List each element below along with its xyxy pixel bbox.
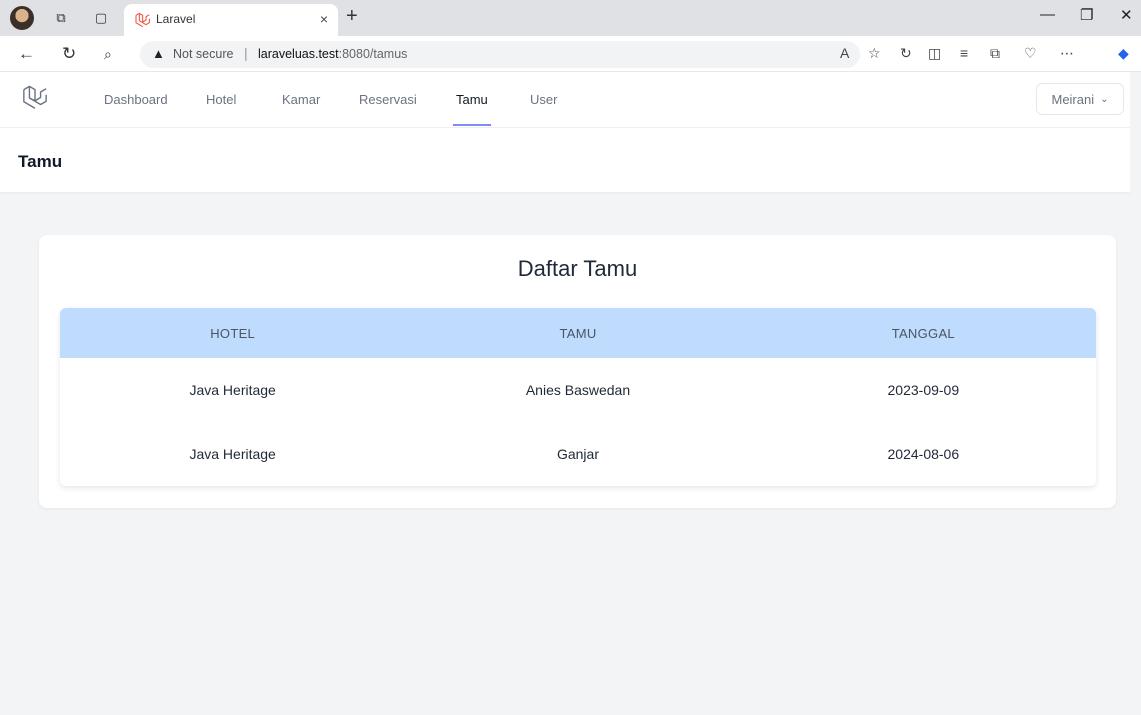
warning-icon: ▲	[152, 46, 165, 61]
address-separator: |	[244, 45, 248, 61]
column-header-tamu: TAMU	[559, 325, 597, 341]
favorite-star-icon[interactable]: ☆	[868, 45, 881, 62]
address-bar[interactable]: ▲ Not secure | laraveluas.test:8080/tamu…	[140, 41, 860, 68]
tab-title: Laravel	[156, 12, 196, 26]
app-navigation: Dashboard Hotel Kamar Reservasi Tamu Use…	[0, 72, 1130, 128]
table-header-row: HOTEL TAMU TANGGAL	[60, 308, 1096, 358]
workspaces-icon[interactable]: ⧉	[52, 9, 70, 27]
refresh-icon[interactable]: ↻	[62, 44, 76, 64]
nav-dashboard[interactable]: Dashboard	[104, 92, 168, 107]
nav-tamu[interactable]: Tamu	[453, 92, 491, 126]
guest-table: HOTEL TAMU TANGGAL Java Heritage Anies B…	[60, 308, 1096, 486]
browser-tab-strip: ⧉ ▢ Laravel × + — ❐ ✕	[0, 0, 1141, 36]
split-screen-icon[interactable]: ◫	[928, 45, 941, 62]
cell-tanggal: 2023-09-09	[887, 382, 960, 398]
close-window-icon[interactable]: ✕	[1120, 6, 1133, 24]
cell-hotel: Java Heritage	[189, 446, 276, 462]
cell-tamu: Anies Baswedan	[525, 382, 631, 398]
favorites-list-icon[interactable]: ≡	[960, 45, 968, 61]
page-title: Tamu	[18, 152, 63, 171]
nav-reservasi[interactable]: Reservasi	[359, 92, 417, 107]
browser-essentials-icon[interactable]: ♡	[1024, 45, 1037, 62]
back-icon[interactable]: ←	[18, 44, 35, 64]
collections-icon[interactable]: ⧉	[990, 45, 1000, 62]
profile-avatar[interactable]	[10, 6, 34, 30]
copilot-icon[interactable]: ◆	[1118, 45, 1129, 62]
new-tab-button[interactable]: +	[346, 5, 358, 28]
table-row: Java Heritage Anies Baswedan 2023-09-09	[60, 358, 1096, 422]
column-header-hotel: HOTEL	[210, 325, 256, 341]
table-row: Java Heritage Ganjar 2024-08-06	[60, 422, 1096, 486]
search-icon[interactable]: ⌕	[104, 46, 112, 63]
extensions-icon[interactable]: ↻	[900, 45, 912, 62]
url-text: laraveluas.test:8080/tamus	[258, 47, 408, 61]
window-edge	[1130, 72, 1141, 715]
browser-toolbar: ← ↻ ⌕ ▲ Not secure | laraveluas.test:808…	[0, 36, 1141, 72]
tab-close-icon[interactable]: ×	[320, 11, 328, 27]
cell-tamu: Ganjar	[556, 446, 599, 462]
guest-list-card: Daftar Tamu HOTEL TAMU TANGGAL Java Heri…	[39, 235, 1116, 508]
restore-icon[interactable]: ❐	[1080, 6, 1093, 24]
guest-table-wrapper: HOTEL TAMU TANGGAL Java Heritage Anies B…	[60, 308, 1096, 486]
nav-kamar[interactable]: Kamar	[282, 92, 320, 107]
nav-hotel[interactable]: Hotel	[206, 92, 236, 107]
browser-tab[interactable]: Laravel ×	[124, 4, 338, 36]
column-header-tanggal: TANGGAL	[891, 325, 955, 341]
card-title: Daftar Tamu	[517, 256, 638, 281]
cell-tanggal: 2024-08-06	[887, 446, 960, 462]
minimize-icon[interactable]: —	[1040, 6, 1055, 23]
laravel-favicon-icon	[135, 12, 150, 28]
cell-hotel: Java Heritage	[189, 382, 276, 398]
more-menu-icon[interactable]: ⋯	[1060, 45, 1074, 62]
user-name: Meirani	[1051, 91, 1095, 107]
read-aloud-icon[interactable]: A	[840, 45, 849, 61]
user-menu-button[interactable]: Meirani ⌄	[1036, 83, 1124, 115]
laravel-logo-icon[interactable]	[22, 84, 48, 112]
page-header: Tamu	[0, 128, 1130, 192]
chevron-down-icon: ⌄	[1100, 93, 1109, 105]
tab-actions-icon[interactable]: ▢	[92, 9, 110, 27]
nav-user[interactable]: User	[530, 92, 557, 107]
not-secure-label: Not secure	[173, 47, 234, 61]
